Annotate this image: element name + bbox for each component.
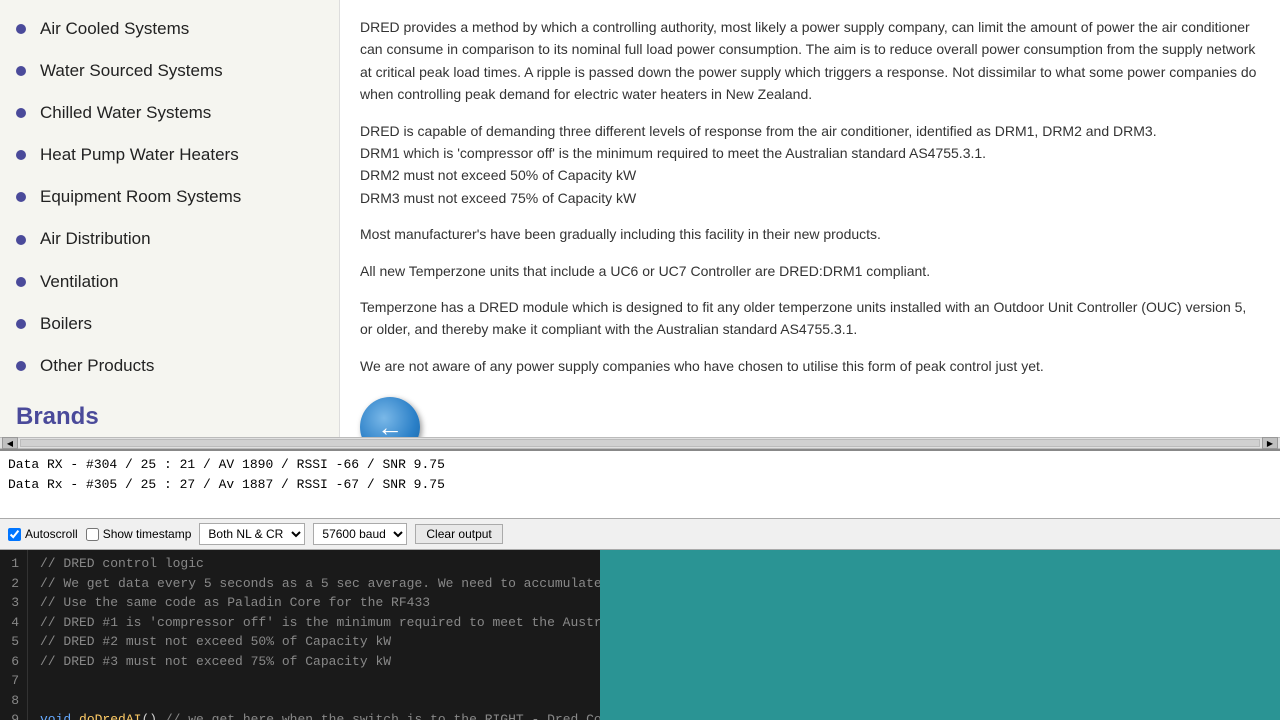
show-timestamp-checkbox[interactable] (86, 528, 99, 541)
sidebar: Air Cooled Systems Water Sourced Systems C… (0, 0, 340, 437)
teal-panel (600, 550, 1280, 720)
keyword-void-8: void (40, 712, 79, 720)
code-line-1: // DRED control logic (40, 554, 588, 574)
serial-output: Data RX - #304 / 25 : 21 / AV 1890 / RSS… (0, 451, 1280, 519)
content-paragraphs: DRED provides a method by which a contro… (360, 16, 1260, 377)
line-numbers: 123456789 (0, 550, 28, 720)
content-paragraph-1: DRED is capable of demanding three diffe… (360, 120, 1260, 210)
serial-line-1: Data Rx - #305 / 25 : 27 / Av 1887 / RSS… (8, 475, 1272, 495)
nl-cr-select[interactable]: Both NL & CR (199, 523, 305, 545)
code-line-7 (40, 671, 588, 691)
sidebar-item-4[interactable]: Equipment Room Systems (0, 176, 339, 218)
show-timestamp-label[interactable]: Show timestamp (86, 527, 192, 541)
serial-controls: Autoscroll Show timestamp Both NL & CR 5… (0, 519, 1280, 550)
sidebar-bullet-4 (16, 192, 26, 202)
line-num-4: 4 (8, 613, 19, 633)
autoscroll-checkbox[interactable] (8, 528, 21, 541)
content-paragraph-2: Most manufacturer's have been gradually … (360, 223, 1260, 245)
sidebar-item-8[interactable]: Other Products (0, 345, 339, 387)
back-arrow-icon: ← (377, 414, 403, 437)
inline-comment-8: // we get here when the switch is to the… (165, 712, 600, 720)
scroll-thumb-track (20, 439, 1260, 447)
sidebar-item-5[interactable]: Air Distribution (0, 218, 339, 260)
sidebar-item-7[interactable]: Boilers (0, 303, 339, 345)
back-button[interactable]: ← (360, 397, 420, 437)
sidebar-bullet-0 (16, 24, 26, 34)
scroll-right-button[interactable]: ▶ (1262, 437, 1278, 449)
line-num-3: 3 (8, 593, 19, 613)
code-line-2: // We get data every 5 seconds as a 5 se… (40, 574, 588, 594)
sidebar-bullet-2 (16, 108, 26, 118)
sidebar-item-0[interactable]: Air Cooled Systems (0, 8, 339, 50)
clear-output-button[interactable]: Clear output (415, 524, 502, 544)
sidebar-item-label-2: Chilled Water Systems (40, 102, 211, 124)
show-timestamp-text: Show timestamp (103, 527, 192, 541)
line-num-6: 6 (8, 652, 19, 672)
line-num-8: 8 (8, 691, 19, 711)
baud-select[interactable]: 57600 baud (313, 523, 407, 545)
top-area: Air Cooled Systems Water Sourced Systems C… (0, 0, 1280, 437)
sidebar-item-label-5: Air Distribution (40, 228, 151, 250)
paren-8: () (141, 712, 164, 720)
code-area: 123456789 // DRED control logic// We get… (0, 550, 1280, 720)
sidebar-bullet-3 (16, 150, 26, 160)
code-content: // DRED control logic// We get data ever… (28, 550, 600, 720)
line-num-1: 1 (8, 554, 19, 574)
terminal-area: Data RX - #304 / 25 : 21 / AV 1890 / RSS… (0, 449, 1280, 720)
main-content: DRED provides a method by which a contro… (340, 0, 1280, 437)
sidebar-item-3[interactable]: Heat Pump Water Heaters (0, 134, 339, 176)
content-paragraph-4: Temperzone has a DRED module which is de… (360, 296, 1260, 341)
sidebar-item-6[interactable]: Ventilation (0, 261, 339, 303)
sidebar-item-label-8: Other Products (40, 355, 154, 377)
horizontal-scrollbar[interactable]: ◀ ▶ (0, 437, 1280, 449)
code-line-8 (40, 691, 588, 711)
scroll-left-button[interactable]: ◀ (2, 437, 18, 449)
function-name-8: doDredAI (79, 712, 141, 720)
sidebar-item-1[interactable]: Water Sourced Systems (0, 50, 339, 92)
line-num-9: 9 (8, 710, 19, 720)
code-line-6: // DRED #3 must not exceed 75% of Capaci… (40, 652, 588, 672)
code-line-5: // DRED #2 must not exceed 50% of Capaci… (40, 632, 588, 652)
serial-line-0: Data RX - #304 / 25 : 21 / AV 1890 / RSS… (8, 455, 1272, 475)
code-line-4: // DRED #1 is 'compressor off' is the mi… (40, 613, 588, 633)
code-line-9: void doDredAI() // we get here when the … (40, 710, 588, 720)
sidebar-bullet-5 (16, 235, 26, 245)
line-num-5: 5 (8, 632, 19, 652)
sidebar-item-label-1: Water Sourced Systems (40, 60, 223, 82)
sidebar-item-label-0: Air Cooled Systems (40, 18, 189, 40)
line-num-2: 2 (8, 574, 19, 594)
sidebar-item-label-7: Boilers (40, 313, 92, 335)
sidebar-item-label-4: Equipment Room Systems (40, 186, 241, 208)
autoscroll-label[interactable]: Autoscroll (8, 527, 78, 541)
sidebar-item-label-3: Heat Pump Water Heaters (40, 144, 239, 166)
back-button-container: ← (360, 397, 1260, 437)
sidebar-bullet-8 (16, 361, 26, 371)
autoscroll-text: Autoscroll (25, 527, 78, 541)
content-paragraph-3: All new Temperzone units that include a … (360, 260, 1260, 282)
sidebar-bullet-6 (16, 277, 26, 287)
sidebar-bullet-1 (16, 66, 26, 76)
line-num-7: 7 (8, 671, 19, 691)
sidebar-item-label-6: Ventilation (40, 271, 118, 293)
code-line-3: // Use the same code as Paladin Core for… (40, 593, 588, 613)
content-paragraph-5: We are not aware of any power supply com… (360, 355, 1260, 377)
sidebar-item-2[interactable]: Chilled Water Systems (0, 92, 339, 134)
sidebar-bullet-7 (16, 319, 26, 329)
brands-section: Brands (0, 387, 339, 437)
content-paragraph-0: DRED provides a method by which a contro… (360, 16, 1260, 106)
brands-title: Brands (16, 403, 99, 430)
